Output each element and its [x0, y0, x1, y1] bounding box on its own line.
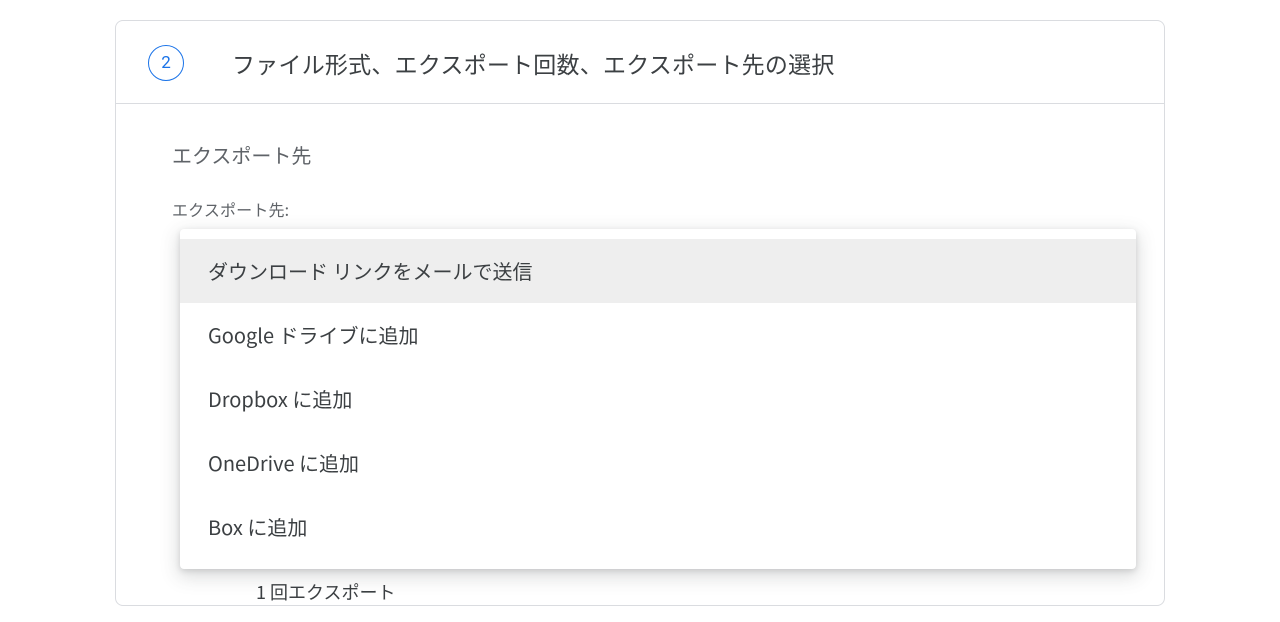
destination-dropdown[interactable]: ダウンロード リンクをメールで送信 Google ドライブに追加 Dropbox…	[180, 229, 1136, 569]
option-box[interactable]: Box に追加	[180, 495, 1136, 559]
destination-heading: エクスポート先	[172, 140, 1108, 169]
step-number-badge: 2	[148, 45, 184, 81]
option-dropbox[interactable]: Dropbox に追加	[180, 367, 1136, 431]
step-title: ファイル形式、エクスポート回数、エクスポート先の選択	[232, 46, 835, 80]
option-google-drive[interactable]: Google ドライブに追加	[180, 303, 1136, 367]
option-onedrive[interactable]: OneDrive に追加	[180, 431, 1136, 495]
export-settings-card: 2 ファイル形式、エクスポート回数、エクスポート先の選択 エクスポート先 エクス…	[115, 20, 1165, 606]
card-body: エクスポート先 エクスポート先: ダウンロード リンクをメールで送信 Googl…	[116, 104, 1164, 605]
destination-field-label: エクスポート先:	[172, 197, 1108, 221]
option-email-download-link[interactable]: ダウンロード リンクをメールで送信	[180, 239, 1136, 303]
step-header[interactable]: 2 ファイル形式、エクスポート回数、エクスポート先の選択	[116, 21, 1164, 104]
step-number: 2	[161, 53, 171, 73]
